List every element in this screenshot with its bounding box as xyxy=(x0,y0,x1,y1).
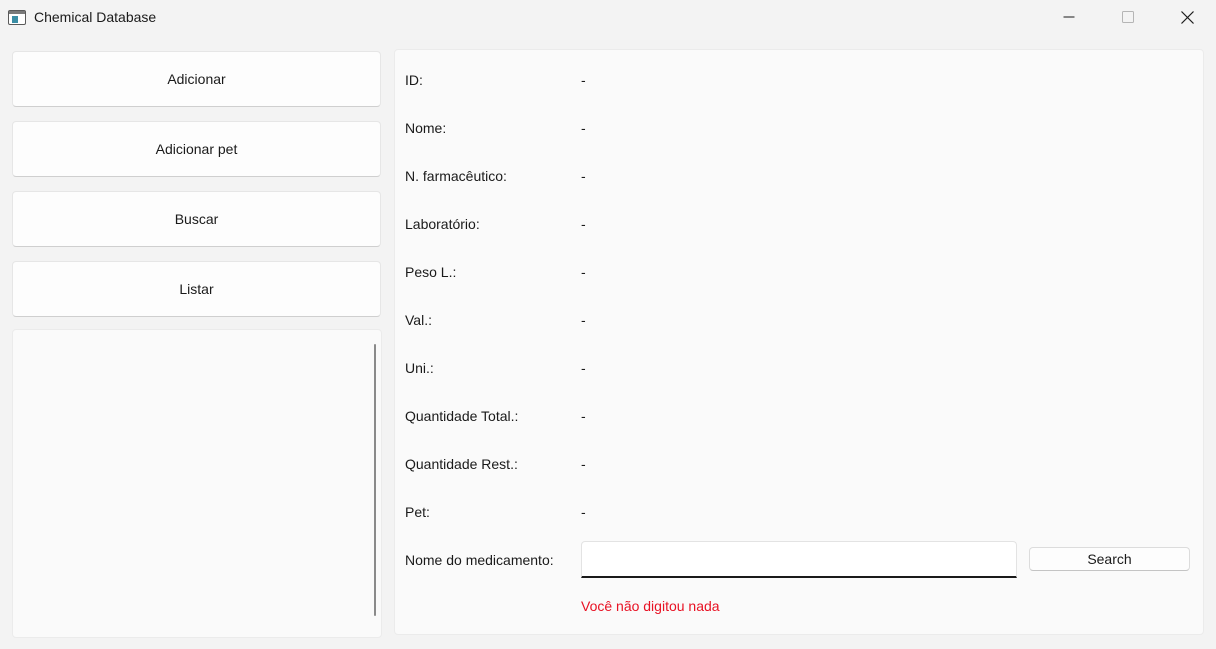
field-value-quantidade-rest: - xyxy=(581,456,586,472)
title-bar[interactable]: Chemical Database xyxy=(0,0,1216,36)
field-row-pet: Pet: - xyxy=(395,504,1203,524)
maximize-button[interactable] xyxy=(1099,0,1157,34)
buscar-button[interactable]: Buscar xyxy=(12,191,381,247)
search-button[interactable]: Search xyxy=(1029,547,1190,571)
field-label-pet: Pet: xyxy=(405,504,430,520)
validation-error-message: Você não digitou nada xyxy=(581,598,720,614)
field-value-val: - xyxy=(581,312,586,328)
medicine-name-input[interactable] xyxy=(581,541,1017,578)
adicionar-button-label: Adicionar xyxy=(167,71,226,87)
field-row-nome: Nome: - xyxy=(395,120,1203,140)
field-label-uni: Uni.: xyxy=(405,360,434,376)
maximize-icon xyxy=(1122,11,1134,23)
field-value-pet: - xyxy=(581,504,586,520)
field-row-val: Val.: - xyxy=(395,312,1203,332)
results-list[interactable] xyxy=(12,329,382,638)
field-value-quantidade-total: - xyxy=(581,408,586,424)
field-label-peso: Peso L.: xyxy=(405,264,457,280)
field-label-laboratorio: Laboratório: xyxy=(405,216,480,232)
app-window: Chemical Database Adicionar Adicionar pe… xyxy=(0,0,1216,649)
field-row-uni: Uni.: - xyxy=(395,360,1203,380)
minimize-icon xyxy=(1063,16,1075,18)
field-row-id: ID: - xyxy=(395,72,1203,92)
buscar-button-label: Buscar xyxy=(174,211,219,227)
field-label-val: Val.: xyxy=(405,312,432,328)
field-value-farmaceutico: - xyxy=(581,168,586,184)
field-label-nome: Nome: xyxy=(405,120,447,136)
window-title: Chemical Database xyxy=(34,9,157,25)
field-value-laboratorio: - xyxy=(581,216,586,232)
listar-button-label: Listar xyxy=(179,281,214,297)
search-label: Nome do medicamento: xyxy=(405,552,554,568)
field-row-laboratorio: Laboratório: - xyxy=(395,216,1203,236)
field-label-quantidade-total: Quantidade Total.: xyxy=(405,408,519,424)
field-value-uni: - xyxy=(581,360,586,376)
details-panel: ID: - Nome: - N. farmacêutico: - Laborat… xyxy=(394,49,1204,635)
listar-button[interactable]: Listar xyxy=(12,261,381,317)
adicionar-button[interactable]: Adicionar xyxy=(12,51,381,107)
close-icon xyxy=(1180,10,1194,24)
field-row-peso: Peso L.: - xyxy=(395,264,1203,284)
field-row-quantidade-total: Quantidade Total.: - xyxy=(395,408,1203,428)
minimize-button[interactable] xyxy=(1040,0,1098,34)
adicionar-pet-button-label: Adicionar pet xyxy=(155,141,238,157)
field-label-id: ID: xyxy=(405,72,423,88)
field-label-farmaceutico: N. farmacêutico: xyxy=(405,168,507,184)
field-row-quantidade-rest: Quantidade Rest.: - xyxy=(395,456,1203,476)
adicionar-pet-button[interactable]: Adicionar pet xyxy=(12,121,381,177)
field-value-nome: - xyxy=(581,120,586,136)
field-label-quantidade-rest: Quantidade Rest.: xyxy=(405,456,518,472)
field-value-peso: - xyxy=(581,264,586,280)
search-button-label: Search xyxy=(1087,551,1132,567)
app-window-icon xyxy=(8,10,26,25)
field-value-id: - xyxy=(581,72,586,88)
results-list-scrollbar[interactable] xyxy=(374,344,376,616)
field-row-farmaceutico: N. farmacêutico: - xyxy=(395,168,1203,188)
close-button[interactable] xyxy=(1158,0,1216,34)
